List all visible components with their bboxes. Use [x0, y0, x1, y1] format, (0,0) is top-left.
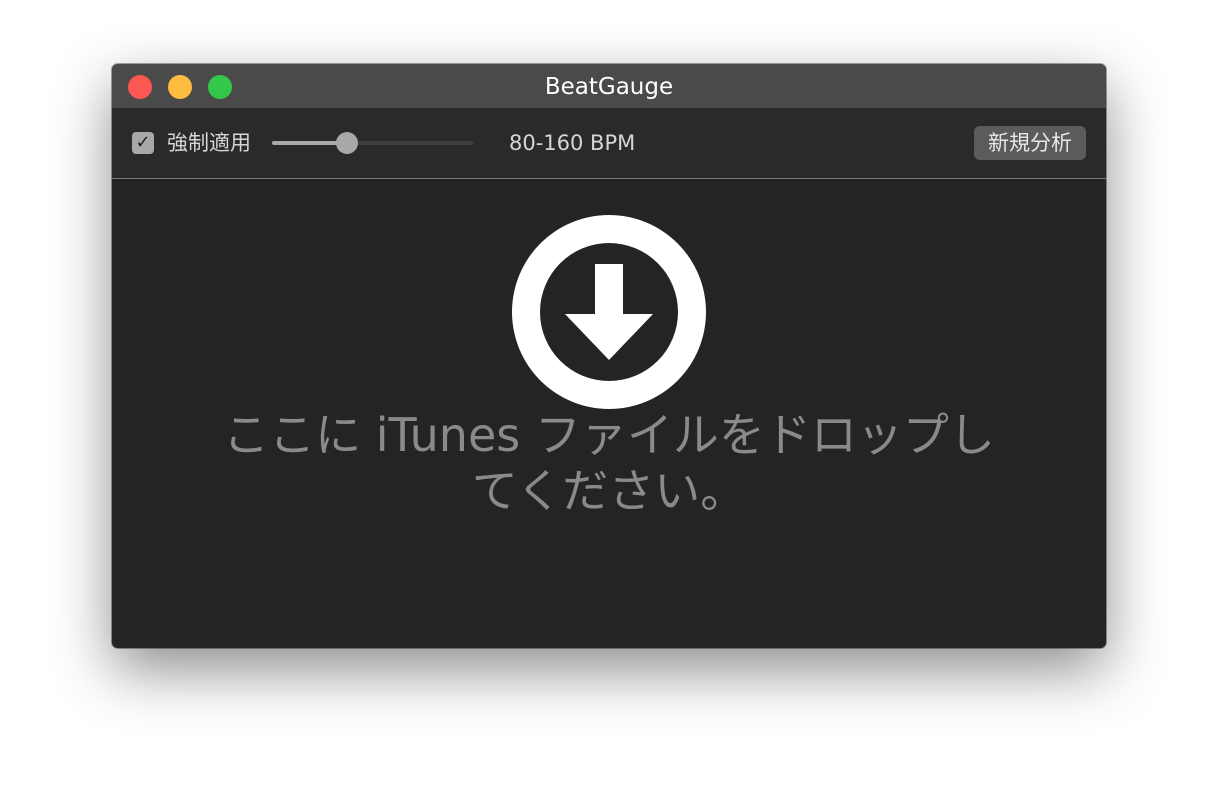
new-analysis-button[interactable]: 新規分析	[974, 126, 1086, 160]
beatgauge-window: BeatGauge ✓ 強制適用 80-160 BPM 新規分析 ここに iTu…	[112, 64, 1106, 648]
tempo-range-slider[interactable]	[272, 132, 474, 154]
drop-instruction-line-2: てください。	[471, 464, 747, 518]
download-arrow-circle-icon	[512, 215, 706, 409]
checkmark-icon: ✓	[135, 132, 151, 153]
force-apply-checkbox[interactable]: ✓	[132, 132, 154, 154]
window-title: BeatGauge	[544, 74, 674, 100]
title-bar[interactable]: BeatGauge	[112, 64, 1106, 108]
slider-thumb[interactable]	[336, 132, 358, 154]
force-apply-label[interactable]: 強制適用	[167, 130, 251, 156]
drop-instruction-line-1: ここに iTunes ファイルをドロップし	[223, 408, 995, 462]
drop-instruction: ここに iTunes ファイルをドロップし てください。	[172, 407, 1046, 519]
drop-zone[interactable]: ここに iTunes ファイルをドロップし てください。	[112, 179, 1106, 648]
bpm-range-label: 80-160 BPM	[509, 131, 636, 155]
toolbar: ✓ 強制適用 80-160 BPM 新規分析	[112, 108, 1106, 179]
